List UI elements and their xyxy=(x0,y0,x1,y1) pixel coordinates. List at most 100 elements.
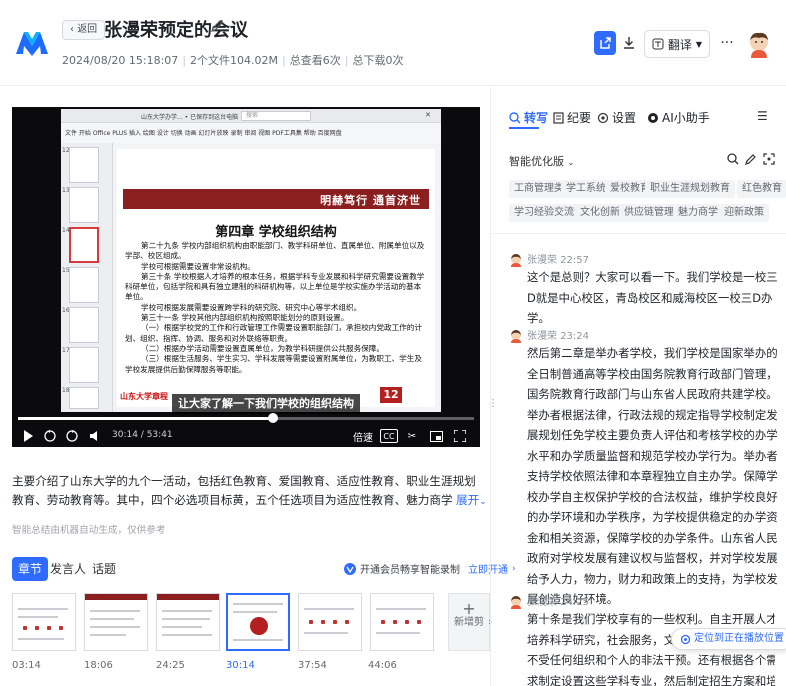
meeting-date: 2024/08/20 15:18:07 xyxy=(62,54,179,67)
ppt-search-box: 搜索 xyxy=(241,111,311,121)
slide-thumbnail xyxy=(69,387,99,409)
tab-minutes-label: 纪要 xyxy=(567,111,592,125)
speed-label: 倍速 xyxy=(353,432,373,444)
keyword-tag[interactable]: 迎新政策 xyxy=(719,204,769,222)
video-player[interactable]: 山东大学办学... • 已保存到这台电脑 搜索 ✕ 文件 开始 Office P… xyxy=(12,107,480,447)
slide-paragraph: 学校可根据需要设置非常设机构。 xyxy=(141,261,255,271)
speaker-time[interactable]: 24:25 xyxy=(560,597,589,608)
plus-icon: + xyxy=(462,599,476,618)
chapter-thumbnail[interactable] xyxy=(84,593,148,651)
edit-title-icon[interactable] xyxy=(210,19,224,33)
tab-underline xyxy=(509,127,539,129)
header-bar: ‹ 返回 张漫荣预定的会议 2024/08/20 15:18:07 | 2个文件10… xyxy=(0,0,786,86)
transcript-entry: 张漫荣 23:24 然后第二章是举办者学校，我们学校是国家举办的全日制普通高等学… xyxy=(505,327,778,606)
chapter-time: 37:54 xyxy=(298,660,327,671)
minutes-icon xyxy=(553,111,564,124)
transcript-text: 这个是总则？大家可以看一下。我们学校是一校三D就是中心校区，青岛校区和威海校区一… xyxy=(527,270,778,325)
tab-chapters[interactable]: 章节 xyxy=(12,557,49,581)
tab-minutes[interactable]: 纪要 xyxy=(553,109,591,126)
right-tabs: 转写 纪要 设置 AI小助手 ☰ xyxy=(509,109,779,129)
right-pane: 转写 纪要 设置 AI小助手 ☰ 智能优化版 ⌄ 工商管理类 学工系统 爱校教育… xyxy=(491,87,786,686)
ppt-menu-bar: 文件 开始 Office PLUS 插入 绘图 设计 切换 动画 幻灯片放映 录… xyxy=(61,123,441,143)
new-clip-button[interactable]: + 新增剪 xyxy=(448,593,490,651)
speed-button[interactable]: 倍速 xyxy=(352,427,374,445)
download-button[interactable] xyxy=(618,31,640,55)
rewind-button[interactable] xyxy=(42,427,58,445)
mode-dropdown[interactable]: 智能优化版 ⌄ xyxy=(509,153,574,169)
slide-number: 12 xyxy=(380,387,402,403)
keyword-tag[interactable]: 红色教育 xyxy=(737,180,786,198)
chapter-thumbnail[interactable] xyxy=(298,593,362,651)
keyword-tag[interactable]: 工商管理类 xyxy=(509,180,569,198)
caption-button[interactable]: CC xyxy=(380,429,398,443)
video-controls: 30:14 / 53:41 倍速 CC ✂ xyxy=(12,427,480,447)
rewind-icon xyxy=(44,430,56,442)
slide-paragraph: （二）根据办学活动需要设置直属单位，为教学科研提供公共服务保障。 xyxy=(141,343,384,353)
video-subtitle: 让大家了解一下我们学校的组织结构 xyxy=(172,394,360,414)
speaker-time[interactable]: 22:57 xyxy=(560,255,589,266)
speaker-time[interactable]: 23:24 xyxy=(560,331,589,342)
keyword-tag[interactable]: 魅力商学 xyxy=(673,204,723,222)
video-time: 30:14 / 53:41 xyxy=(112,430,173,440)
tab-ai-assistant[interactable]: AI小助手 xyxy=(647,109,710,126)
more-button[interactable]: ··· xyxy=(716,31,738,55)
chapter-thumbnail[interactable] xyxy=(370,593,434,651)
chapter-thumbnail[interactable] xyxy=(156,593,220,651)
video-progress-bar[interactable] xyxy=(18,413,474,423)
play-icon xyxy=(24,430,33,442)
locate-icon xyxy=(680,634,691,644)
slide-paragraph: 第二十九条 学校内部组织机构由职能部门、教学科研单位、直属单位、附属单位以及学部… xyxy=(125,241,425,261)
chapter-strip: + 新增剪 › xyxy=(12,593,492,657)
speaker-avatar xyxy=(511,596,521,609)
tab-transcript[interactable]: 转写 xyxy=(509,109,548,129)
keyword-tag[interactable]: 供应链管理 xyxy=(619,204,679,222)
transcript-entry: 张漫荣 22:57 这个是总则？大家可以看一下。我们学校是一校三D就是中心校区，… xyxy=(505,251,778,325)
tab-settings[interactable]: 设置 xyxy=(597,109,636,126)
meeting-downloads: 总下载0次 xyxy=(352,54,404,67)
chapter-thumbnail-selected[interactable] xyxy=(226,593,290,651)
tab-speakers[interactable]: 发言人 xyxy=(44,557,92,581)
chapter-thumbnail[interactable] xyxy=(12,593,76,651)
chapter-time: 44:06 xyxy=(368,660,397,671)
fullscreen-button[interactable] xyxy=(452,427,468,445)
play-overlay-icon xyxy=(250,617,268,635)
meeting-files: 2个文件104.02M xyxy=(190,54,279,67)
pip-icon xyxy=(429,430,443,442)
download-icon xyxy=(624,37,634,49)
locate-playing-button[interactable]: 定位到正在播放位置 xyxy=(671,628,786,650)
forward-button[interactable] xyxy=(64,427,80,445)
translate-button[interactable]: 翻译 ▼ xyxy=(644,30,710,58)
expand-label: 展开 xyxy=(456,493,480,507)
edit-icon[interactable] xyxy=(745,153,757,165)
volume-button[interactable] xyxy=(88,427,102,445)
translate-icon xyxy=(652,38,664,50)
new-clip-label: 新增剪 xyxy=(454,617,484,628)
speaker-meta: 张漫荣 23:24 xyxy=(527,327,589,342)
speaker-avatar xyxy=(511,254,521,267)
chapter-time: 03:14 xyxy=(12,660,41,671)
keyword-tag[interactable]: 文化创新 xyxy=(575,204,625,222)
expand-summary-button[interactable]: 展开⌄ xyxy=(452,492,487,508)
scissors-icon: ✂ xyxy=(407,430,417,442)
transcript-text: 然后第二章是举办者学校，我们学校是国家举办的全日制普通高等学校由国务院教育行政部… xyxy=(527,346,778,606)
search-icon[interactable] xyxy=(727,153,739,165)
slide-paragraph: 第三十一条 学校其他内部组织机构按照职能划分的原则设置。 xyxy=(141,313,349,323)
keyword-tag[interactable]: 学工系统 xyxy=(561,180,611,198)
clip-button[interactable]: ✂ xyxy=(404,427,420,445)
slide-thumbnail xyxy=(69,347,99,383)
meeting-app: { "header": { "back_label": "返回", "title… xyxy=(0,0,786,686)
more-icon: ··· xyxy=(720,35,734,51)
collapse-panel-icon[interactable]: ☰ xyxy=(757,109,768,123)
back-label: 返回 xyxy=(77,24,98,35)
transcript-tools xyxy=(723,151,783,167)
video-progress-knob[interactable] xyxy=(268,413,279,423)
keyword-tag[interactable]: 职业生涯规划教育 xyxy=(645,180,735,198)
tab-topics[interactable]: 话题 xyxy=(86,557,122,581)
pip-button[interactable] xyxy=(428,427,444,445)
share-button[interactable] xyxy=(594,31,616,55)
play-button[interactable] xyxy=(20,427,36,445)
user-avatar[interactable] xyxy=(746,30,772,58)
screenshot-icon[interactable] xyxy=(763,153,775,165)
left-pane: 山东大学办学... • 已保存到这台电脑 搜索 ✕ 文件 开始 Office P… xyxy=(0,87,516,686)
back-button[interactable]: ‹ 返回 xyxy=(62,20,106,40)
